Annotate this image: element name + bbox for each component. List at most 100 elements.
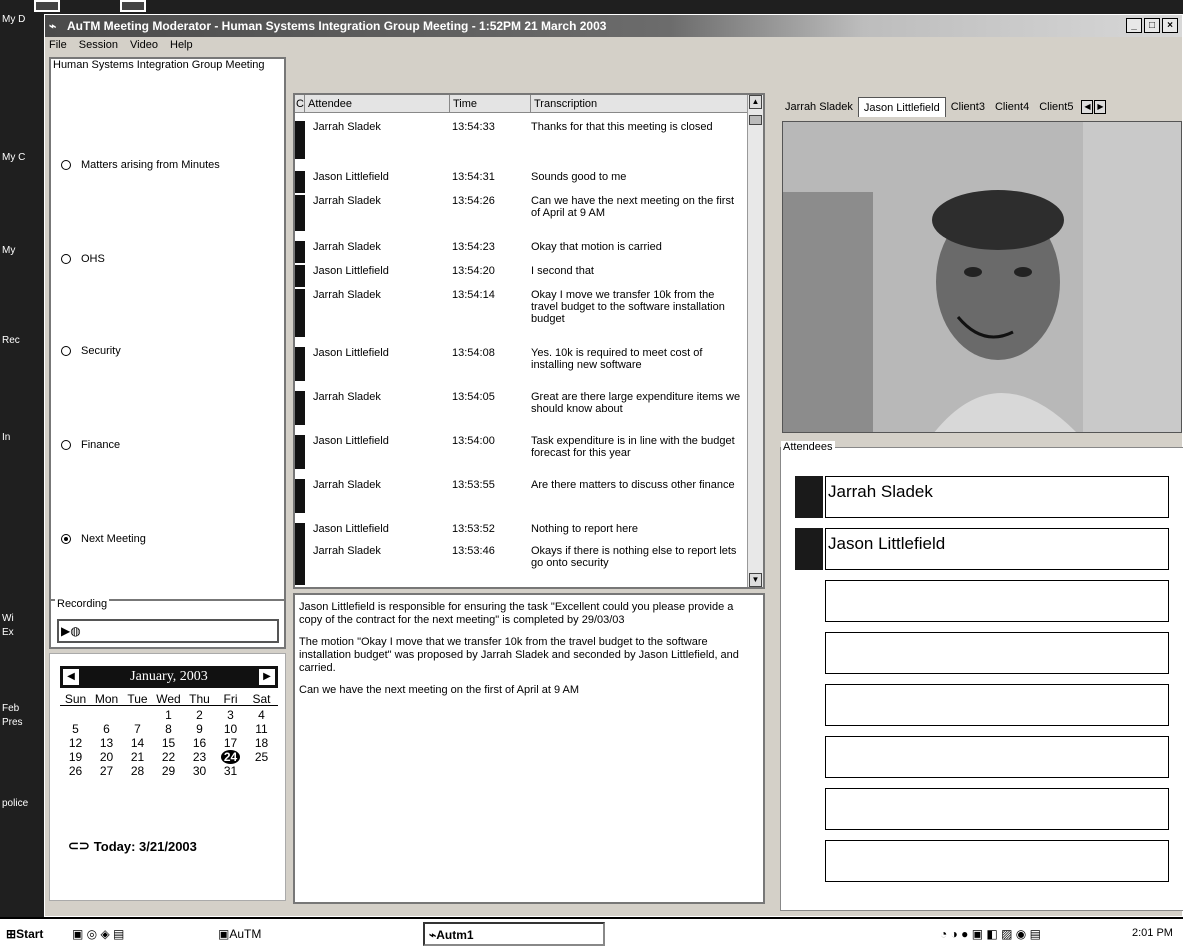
column-header-attendee[interactable]: Attendee [305,95,450,112]
tab-client4[interactable]: Client4 [990,97,1034,117]
desktop-icon-label[interactable]: In [2,432,10,443]
calendar-day[interactable]: 4 [246,708,277,722]
minimize-button[interactable]: _ [1126,18,1142,33]
calendar-day[interactable]: 31 [215,764,246,778]
table-row[interactable]: Jarrah Sladek 13:54:33 Thanks for that t… [295,121,751,159]
table-row[interactable]: Jarrah Sladek 13:54:26 Can we have the n… [295,195,751,231]
radio-selected-icon[interactable] [61,534,71,544]
calendar-day[interactable]: 18 [246,736,277,750]
attendee-slot[interactable] [795,736,1169,778]
title-bar[interactable]: ⌁ AuTM Meeting Moderator - Human Systems … [45,15,1182,37]
calendar-day[interactable]: 25 [246,750,277,764]
desktop-icon-label[interactable]: My [2,245,15,256]
table-row[interactable]: Jarrah Sladek 13:53:46 Okays if there is… [295,545,751,585]
calendar-day[interactable]: 1 [153,708,184,722]
system-tray-icons[interactable]: ◔ ◑ ● ▣ ◧ ▨ ◉ ▤ [940,927,1041,941]
taskbar-item-autm[interactable]: ▣AuTM [218,927,261,941]
next-month-button[interactable]: ▶ [259,669,275,685]
table-row[interactable]: Jason Littlefield 13:53:52 Nothing to re… [295,523,751,545]
attendee-slot[interactable]: Jarrah Sladek [795,476,1169,518]
table-row[interactable]: Jarrah Sladek 13:54:23 Okay that motion … [295,241,751,263]
calendar-day[interactable] [91,708,122,722]
calendar-today[interactable]: ⊂⊃ Today: 3/21/2003 [68,838,197,854]
calendar-day[interactable]: 2 [184,708,215,722]
calendar-day[interactable]: 28 [122,764,153,778]
agenda-item-next-meeting[interactable]: Next Meeting [61,533,146,545]
column-header-time[interactable]: Time [450,95,531,112]
agenda-item-finance[interactable]: Finance [61,439,120,451]
radio-icon[interactable] [61,160,71,170]
clock[interactable]: 2:01 PM [1132,927,1173,939]
column-header-transcription[interactable]: Transcription [531,95,763,112]
calendar-day[interactable]: 12 [60,736,91,750]
transcript-scrollbar[interactable]: ▲ ▼ [747,95,763,587]
calendar-day[interactable]: 20 [91,750,122,764]
calendar-day[interactable]: 29 [153,764,184,778]
taskbar-item-autm1[interactable]: ⌁Autm1 [423,922,605,946]
radio-icon[interactable] [61,346,71,356]
calendar-day[interactable]: 21 [122,750,153,764]
table-row[interactable]: Jarrah Sladek 13:54:14 Okay I move we tr… [295,289,751,337]
tab-scroll-left-icon[interactable]: ◀ [1081,100,1094,114]
tab-jarrah-sladek[interactable]: Jarrah Sladek [780,97,858,117]
calendar-day[interactable]: 15 [153,736,184,750]
calendar-day[interactable]: 16 [184,736,215,750]
table-row[interactable]: Jarrah Sladek 13:53:55 Are there matters… [295,479,751,513]
calendar-day[interactable] [122,708,153,722]
menu-file[interactable]: File [49,39,67,51]
radio-icon[interactable] [61,254,71,264]
recycle-icon[interactable] [34,0,60,12]
tab-scroll-right-icon[interactable]: ▶ [1094,100,1107,114]
calendar-day[interactable]: 30 [184,764,215,778]
tab-client5[interactable]: Client5 [1034,97,1078,117]
agenda-item-matters[interactable]: Matters arising from Minutes [61,159,220,171]
calendar-day[interactable] [246,764,277,778]
attendee-slot[interactable] [795,840,1169,882]
agenda-item-security[interactable]: Security [61,345,121,357]
scroll-thumb[interactable] [749,115,762,125]
minutes-summary[interactable]: Jason Littlefield is responsible for ens… [293,593,765,904]
tab-jason-littlefield[interactable]: Jason Littlefield [857,97,946,117]
column-header-c[interactable]: C [295,95,305,112]
calendar-day[interactable]: 14 [122,736,153,750]
calendar-day[interactable]: 17 [215,736,246,750]
scroll-up-icon[interactable]: ▲ [749,95,762,109]
calendar-day[interactable]: 6 [91,722,122,736]
folder-icon[interactable] [120,0,146,12]
desktop-icon-label[interactable]: Ex [2,627,14,638]
calendar-day[interactable]: 13 [91,736,122,750]
table-row[interactable]: Jason Littlefield 13:54:08 Yes. 10k is r… [295,347,751,381]
agenda-item-ohs[interactable]: OHS [61,253,105,265]
prev-month-button[interactable]: ◀ [63,669,79,685]
desktop-icon-label[interactable]: Pres [2,717,23,728]
tab-client3[interactable]: Client3 [946,97,990,117]
calendar-day[interactable]: 22 [153,750,184,764]
calendar-day[interactable]: 26 [60,764,91,778]
close-button[interactable]: × [1162,18,1178,33]
table-row[interactable]: Jason Littlefield 13:54:20 I second that [295,265,751,287]
calendar-day[interactable]: 8 [153,722,184,736]
calendar-day[interactable]: 10 [215,722,246,736]
attendee-slot[interactable] [795,632,1169,674]
attendee-slot[interactable]: Jason Littlefield [795,528,1169,570]
desktop-icon-label[interactable]: Feb [2,703,19,714]
attendee-slot[interactable] [795,580,1169,622]
menu-video[interactable]: Video [130,39,158,51]
desktop-icon-label[interactable]: My D [2,14,25,25]
menu-session[interactable]: Session [79,39,118,51]
desktop-icon-label[interactable]: My C [2,152,25,163]
scroll-down-icon[interactable]: ▼ [749,573,762,587]
calendar-day[interactable]: 11 [246,722,277,736]
calendar-day[interactable]: 3 [215,708,246,722]
start-button[interactable]: ⊞Start [6,927,43,941]
calendar-day[interactable]: 5 [60,722,91,736]
calendar-day[interactable]: 27 [91,764,122,778]
quick-launch[interactable]: ▣ ◎ ◈ ▤ [72,927,124,941]
calendar-day-selected[interactable]: 24 [215,750,246,764]
table-row[interactable]: Jarrah Sladek 13:54:05 Great are there l… [295,391,751,425]
microphone-icon[interactable]: ▶◍ [61,624,81,638]
desktop-icon-label[interactable]: police [2,798,28,809]
attendee-slot[interactable] [795,684,1169,726]
maximize-button[interactable]: □ [1144,18,1160,33]
calendar-day[interactable]: 19 [60,750,91,764]
